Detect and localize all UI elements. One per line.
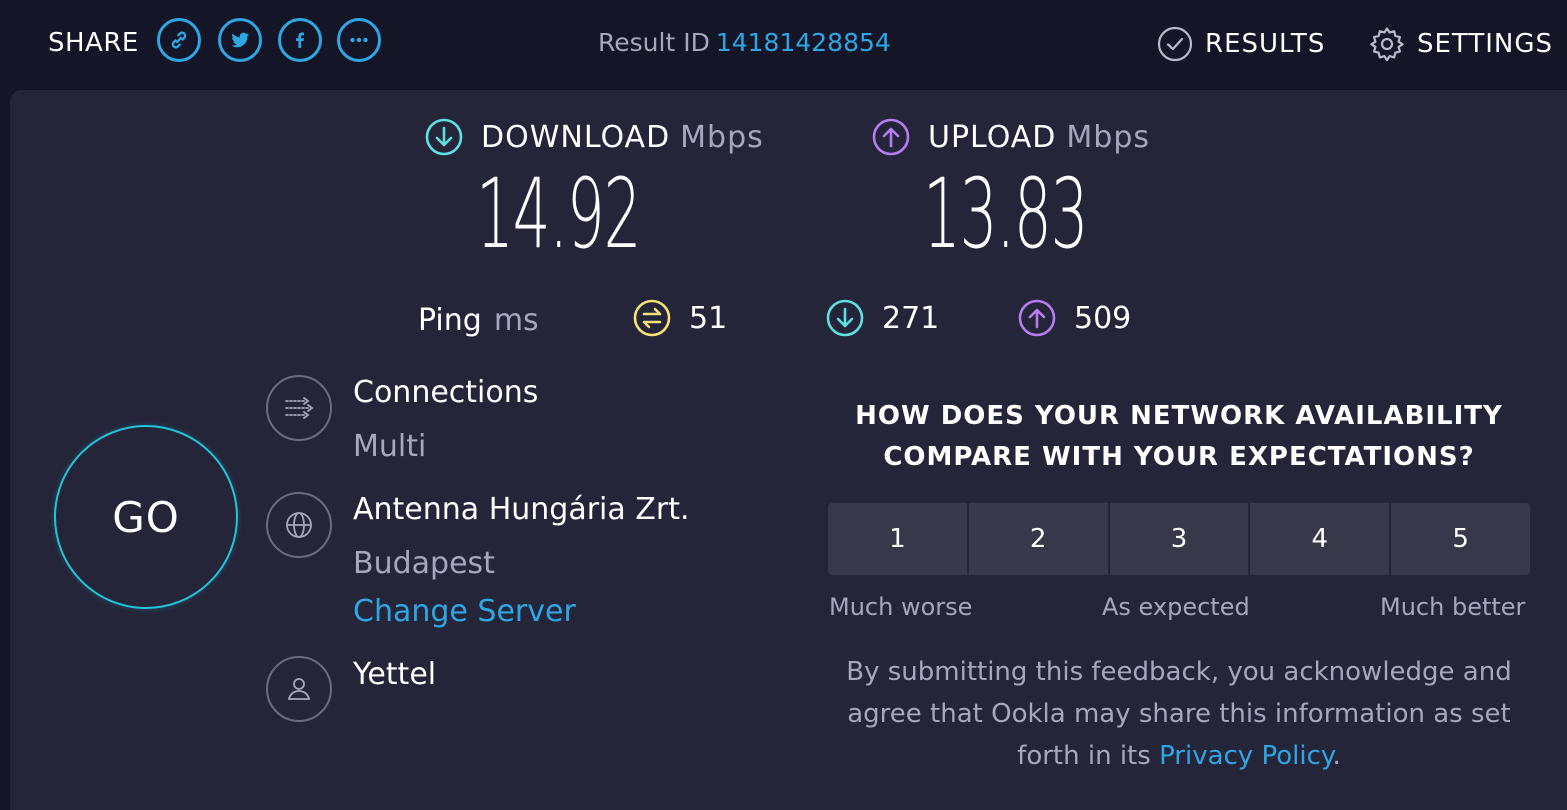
- facebook-icon[interactable]: [278, 18, 322, 62]
- upload-latency-icon: [1018, 299, 1056, 337]
- download-unit: Mbps: [680, 119, 764, 155]
- ping-label: Ping ms: [418, 303, 539, 338]
- upload-header: UPLOAD Mbps: [872, 118, 1150, 156]
- ping-upload-value: 509: [1074, 300, 1132, 336]
- top-bar: SHARE Result ID 14181428854 RESULTS SETT…: [0, 0, 1567, 88]
- scale-high-label: Much better: [1380, 593, 1526, 621]
- feedback-question: HOW DOES YOUR NETWORK AVAILABILITY COMPA…: [828, 396, 1530, 478]
- rating-button-3[interactable]: 3: [1109, 503, 1249, 575]
- user-icon: [266, 656, 332, 722]
- result-id-label: Result ID: [598, 28, 710, 57]
- download-speed: 14.92: [476, 158, 641, 270]
- globe-icon: [266, 492, 332, 558]
- rating-button-2[interactable]: 2: [968, 503, 1108, 575]
- ping-download-value: 271: [882, 300, 940, 336]
- connections-title: Connections: [353, 375, 539, 410]
- link-icon[interactable]: [157, 18, 201, 62]
- connections-icon: [266, 375, 332, 441]
- scale-low-label: Much worse: [829, 593, 973, 621]
- checkmark-circle-icon: [1157, 26, 1193, 62]
- change-server-link[interactable]: Change Server: [353, 594, 576, 629]
- ping-unit: ms: [493, 303, 539, 338]
- server-location: Budapest: [353, 546, 495, 581]
- result-id: Result ID 14181428854: [598, 28, 891, 57]
- privacy-policy-link[interactable]: Privacy Policy: [1159, 741, 1332, 771]
- share-label: SHARE: [48, 28, 139, 58]
- ping-idle: 51: [633, 299, 727, 337]
- more-icon[interactable]: [337, 18, 381, 62]
- ping-download: 271: [826, 299, 939, 337]
- ping-row: Ping ms 51 271 509: [418, 299, 1158, 343]
- rating-button-4[interactable]: 4: [1250, 503, 1390, 575]
- provider-name: Yettel: [353, 657, 437, 692]
- settings-button[interactable]: SETTINGS: [1369, 26, 1553, 62]
- upload-speed: 13.83: [923, 158, 1088, 270]
- upload-label: UPLOAD: [928, 119, 1057, 155]
- scale-mid-label: As expected: [1102, 593, 1250, 621]
- rating-scale: 1 2 3 4 5: [828, 503, 1530, 575]
- rating-button-1[interactable]: 1: [828, 503, 967, 575]
- upload-arrow-icon: [872, 118, 910, 156]
- server-name: Antenna Hungária Zrt.: [353, 492, 690, 527]
- download-header: DOWNLOAD Mbps: [425, 118, 764, 156]
- ping-title: Ping: [418, 303, 482, 338]
- result-id-link[interactable]: 14181428854: [716, 28, 891, 57]
- results-label: RESULTS: [1205, 29, 1326, 59]
- upload-unit: Mbps: [1066, 119, 1151, 155]
- ping-upload: 509: [1018, 299, 1131, 337]
- feedback-question-line1: HOW DOES YOUR NETWORK AVAILABILITY: [855, 401, 1503, 431]
- download-label: DOWNLOAD: [481, 119, 671, 155]
- twitter-icon[interactable]: [218, 18, 262, 62]
- download-latency-icon: [826, 299, 864, 337]
- settings-label: SETTINGS: [1417, 29, 1554, 59]
- connections-mode: Multi: [353, 429, 427, 464]
- feedback-disclaimer: By submitting this feedback, you acknowl…: [828, 651, 1530, 777]
- download-arrow-icon: [425, 118, 463, 156]
- go-button[interactable]: GO: [54, 425, 238, 609]
- feedback-question-line2: COMPARE WITH YOUR EXPECTATIONS?: [883, 442, 1475, 472]
- ping-idle-value: 51: [689, 300, 728, 336]
- results-button[interactable]: RESULTS: [1157, 26, 1325, 62]
- rating-button-5[interactable]: 5: [1391, 503, 1530, 575]
- disclaimer-end: .: [1332, 741, 1341, 771]
- idle-latency-icon: [633, 299, 671, 337]
- gear-icon: [1370, 27, 1404, 62]
